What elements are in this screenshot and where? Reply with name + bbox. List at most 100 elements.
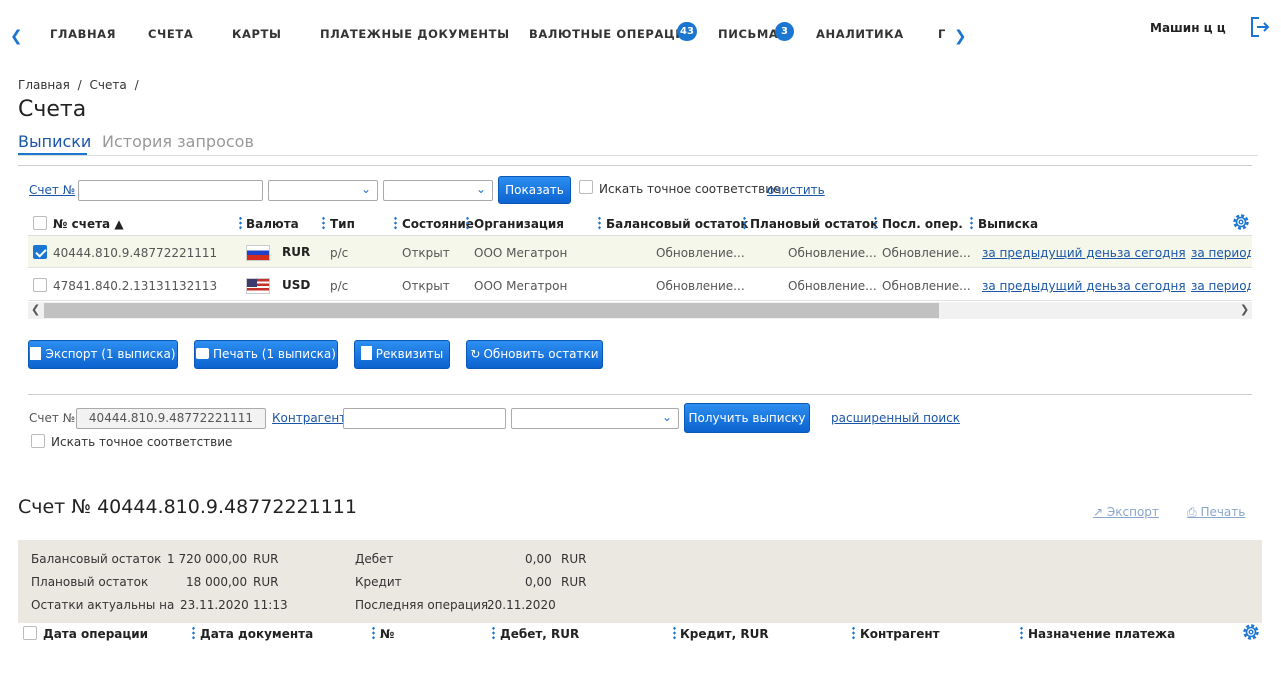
tab-statements[interactable]: Выписки <box>18 132 91 151</box>
col-organization[interactable]: Организация <box>474 217 564 231</box>
advanced-search-link[interactable]: расширенный поиск <box>831 411 960 425</box>
row-org: ООО Мегатрон <box>474 279 568 293</box>
chevron-down-icon: ⌄ <box>661 410 672 424</box>
refresh-balances-button[interactable]: ↻ Обновить остатки <box>466 340 603 369</box>
tabs-divider <box>18 155 1258 156</box>
statement-export-label: Экспорт <box>1106 505 1159 519</box>
column-resize-handle[interactable] <box>394 216 397 230</box>
nav-item-accounts[interactable]: СЧЕТА <box>148 27 193 41</box>
actual-date: 23.11.2020 <box>180 598 249 612</box>
scroll-left-icon[interactable]: ❮ <box>31 303 40 316</box>
column-resize-handle[interactable] <box>1020 626 1023 640</box>
show-button[interactable]: Показать <box>498 176 571 204</box>
logout-icon[interactable] <box>1250 16 1270 41</box>
clear-link[interactable]: очистить <box>767 183 825 197</box>
row-state: Открыт <box>402 279 450 293</box>
col-type[interactable]: Тип <box>330 217 355 231</box>
counterparty-input[interactable] <box>343 408 506 429</box>
row-account: 47841.840.2.13131132113 <box>53 279 218 293</box>
nav-item-payment-docs[interactable]: ПЛАТЕЖНЫЕ ДОКУМЕНТЫ <box>320 27 510 41</box>
col-state[interactable]: Состояние <box>402 217 474 231</box>
column-resize-handle[interactable] <box>852 626 855 640</box>
row-planned: Обновление... <box>788 246 877 260</box>
col-counterparty[interactable]: Контрагент <box>860 627 940 641</box>
scrollbar-thumb[interactable] <box>44 303 939 318</box>
column-resize-handle[interactable] <box>192 626 195 640</box>
gear-icon[interactable] <box>1241 622 1261 645</box>
column-resize-handle[interactable] <box>322 216 325 230</box>
breadcrumb-accounts[interactable]: Счета <box>90 78 127 92</box>
prev-day-link[interactable]: за предыдущий день <box>982 279 1117 293</box>
column-resize-handle[interactable] <box>673 626 676 640</box>
period-link[interactable]: за период <box>1191 279 1251 293</box>
statement-print-link[interactable]: ⎙ Печать <box>1187 505 1245 520</box>
gear-icon[interactable] <box>1231 212 1251 235</box>
balance-label: Балансовый остаток <box>31 552 162 566</box>
prev-day-link[interactable]: за предыдущий день <box>982 246 1117 260</box>
export-button[interactable]: Экспорт (1 выписка) <box>28 340 178 369</box>
col-purpose[interactable]: Назначение платежа <box>1028 627 1175 641</box>
state-select[interactable]: ⌄ <box>383 180 493 201</box>
scroll-right-icon[interactable]: ❯ <box>1240 303 1249 316</box>
nav-item-currency-ops[interactable]: ВАЛЮТНЫЕ ОПЕРАЦИИ <box>529 27 696 41</box>
nav-item-cards[interactable]: КАРТЫ <box>232 27 282 41</box>
col-account[interactable]: № счета ▲ <box>53 217 124 231</box>
print-button-label: Печать (1 выписка) <box>213 347 336 361</box>
balance-value: 1 720 000,00 <box>167 552 248 566</box>
balance-currency: RUR <box>253 552 279 566</box>
debit-value: 0,00 <box>525 552 552 566</box>
currency-select[interactable]: ⌄ <box>268 180 378 201</box>
nav-item-letters[interactable]: ПИСЬМА <box>718 27 778 41</box>
col-balance[interactable]: Балансовый остаток <box>606 217 749 231</box>
get-statement-button[interactable]: Получить выписку <box>684 403 810 433</box>
today-link[interactable]: за сегодня <box>1117 279 1186 293</box>
col-planned[interactable]: Плановый остаток <box>750 217 878 231</box>
search-account-input[interactable]: 40444.810.9.48772221111 <box>76 408 266 429</box>
column-resize-handle[interactable] <box>372 626 375 640</box>
row-checkbox[interactable] <box>33 278 47 292</box>
period-link[interactable]: за период <box>1191 246 1251 260</box>
breadcrumb-home[interactable]: Главная <box>18 78 70 92</box>
user-name[interactable]: Машин ц ц <box>1150 21 1226 35</box>
nav-item-home[interactable]: ГЛАВНАЯ <box>50 27 116 41</box>
nav-prev-icon[interactable]: ❮ <box>10 27 23 45</box>
select-all-checkbox[interactable] <box>33 216 47 230</box>
exact-match-label: Искать точное соответствие <box>599 182 781 196</box>
column-resize-handle[interactable] <box>466 216 469 230</box>
row-type: р/с <box>330 246 349 260</box>
counterparty-link[interactable]: Контрагент <box>272 411 346 425</box>
details-button[interactable]: Реквизиты <box>354 340 450 369</box>
col-doc-date[interactable]: Дата документа <box>200 627 313 641</box>
col-statement[interactable]: Выписка <box>978 217 1038 231</box>
nav-item-more[interactable]: Г <box>938 27 946 41</box>
col-debit[interactable]: Дебет, RUR <box>500 627 579 641</box>
col-currency[interactable]: Валюта <box>246 217 299 231</box>
column-resize-handle[interactable] <box>598 216 601 230</box>
column-resize-handle[interactable] <box>239 216 242 230</box>
col-number[interactable]: № <box>380 627 394 641</box>
statement-export-link[interactable]: ↗ Экспорт <box>1093 505 1159 519</box>
exact-match-checkbox[interactable] <box>579 180 593 194</box>
column-resize-handle[interactable] <box>874 216 877 230</box>
account-number-label[interactable]: Счет № <box>29 183 75 197</box>
account-number-input[interactable] <box>78 180 263 201</box>
column-resize-handle[interactable] <box>743 216 746 230</box>
tab-history[interactable]: История запросов <box>102 132 254 151</box>
row-state: Открыт <box>402 246 450 260</box>
row-checkbox[interactable] <box>33 245 47 259</box>
row-currency: RUR <box>282 245 311 259</box>
print-button[interactable]: Печать (1 выписка) <box>194 340 338 369</box>
nav-item-analytics[interactable]: АНАЛИТИКА <box>816 27 904 41</box>
nav-next-icon[interactable]: ❯ <box>954 27 967 45</box>
today-link[interactable]: за сегодня <box>1117 246 1186 260</box>
column-resize-handle[interactable] <box>970 216 973 230</box>
column-resize-handle[interactable] <box>492 626 495 640</box>
export-icon: ↗ <box>1093 505 1104 519</box>
period-select[interactable]: ⌄ <box>511 408 679 429</box>
col-credit[interactable]: Кредит, RUR <box>680 627 769 641</box>
statement-select-all-checkbox[interactable] <box>23 626 37 640</box>
col-last-op[interactable]: Посл. опер. <box>882 217 963 231</box>
search-exact-match-checkbox[interactable] <box>31 434 45 448</box>
row-balance: Обновление... <box>656 279 745 293</box>
col-op-date[interactable]: Дата операции <box>43 627 148 641</box>
